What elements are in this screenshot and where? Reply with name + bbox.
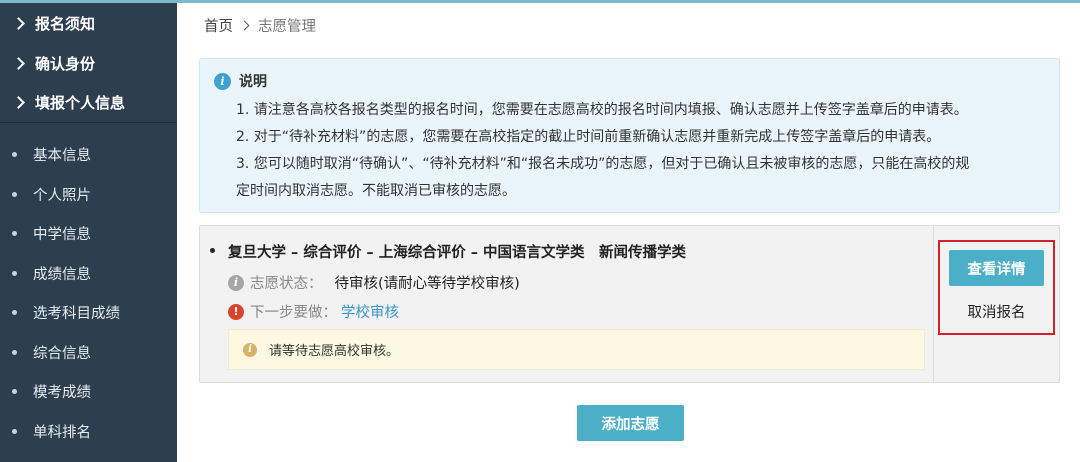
- instructions-lines: 1. 请注意各高校各报名类型的报名时间，您需要在志愿高校的报名时间内填报、确认志…: [236, 97, 1051, 205]
- instruction-line: 1. 请注意各高校各报名类型的报名时间，您需要在志愿高校的报名时间内填报、确认志…: [236, 102, 968, 118]
- sidebar-item-label: 模考成绩: [33, 385, 91, 402]
- instruction-line: 定时间内取消志愿。不能取消已审核的志愿。: [236, 183, 516, 199]
- application-info: 复旦大学 – 综合评价 – 上海综合评价 – 中国语言文学类 新闻传播学类 i …: [200, 226, 933, 382]
- bullet-icon: [12, 191, 17, 197]
- bullet-icon: [12, 310, 17, 316]
- sidebar-section-registration-notice[interactable]: 报名须知: [0, 3, 177, 43]
- instruction-line: 3. 您可以随时取消“待确认”、“待补充材料”和“报名未成功”的志愿，但对于已确…: [236, 156, 970, 172]
- sidebar-item-label: 成绩信息: [33, 266, 91, 283]
- sidebar-item-label: 中学信息: [33, 227, 91, 244]
- chevron-right-icon: [12, 96, 25, 109]
- info-icon: i: [214, 72, 231, 90]
- application-card: 复旦大学 – 综合评价 – 上海综合评价 – 中国语言文学类 新闻传播学类 i …: [199, 225, 1060, 383]
- sidebar-item-elective-scores[interactable]: 选考科目成绩: [0, 293, 177, 333]
- sidebar-item-label: 综合信息: [33, 345, 91, 362]
- instructions-title: i 说明: [214, 71, 267, 91]
- breadcrumb-home-link[interactable]: 首页: [204, 15, 233, 36]
- bullet-icon: [12, 349, 17, 355]
- sidebar-item-comprehensive-info[interactable]: 综合信息: [0, 333, 177, 373]
- application-next-step-row: ! 下一步要做： 学校审核: [228, 301, 399, 322]
- view-details-button[interactable]: 查看详情: [949, 250, 1044, 286]
- bullet-icon: [12, 428, 17, 434]
- sidebar-item-school-info[interactable]: 中学信息: [0, 214, 177, 254]
- sidebar-item-label: 基本信息: [33, 148, 91, 165]
- sidebar-item-label: 选考科目成绩: [33, 306, 120, 323]
- next-step-label: 下一步要做：: [250, 305, 337, 321]
- main-content: 首页 志愿管理 i 说明 1. 请注意各高校各报名类型的报名时间，您需要在志愿高…: [177, 3, 1080, 462]
- instructions-panel: i 说明 1. 请注意各高校各报名类型的报名时间，您需要在志愿高校的报名时间内填…: [199, 58, 1060, 213]
- application-status-row: i 志愿状态： 待审核(请耐心等待学校审核): [228, 272, 520, 293]
- info-icon: i: [243, 342, 257, 357]
- sidebar-section-personal-info[interactable]: 填报个人信息: [0, 83, 177, 123]
- add-application-button[interactable]: 添加志愿: [577, 405, 684, 441]
- sidebar-section-confirm-identity[interactable]: 确认身份: [0, 43, 177, 83]
- sidebar-section-label: 报名须知: [35, 14, 96, 33]
- instruction-line: 2. 对于“待补充材料”的志愿，您需要在高校指定的截止时间前重新确认志愿并重新完…: [236, 129, 941, 145]
- sidebar: 报名须知 确认身份 填报个人信息 基本信息 个人照片 中学信息 成绩信息 选考科…: [0, 3, 177, 462]
- chevron-right-icon: [12, 16, 25, 30]
- breadcrumb: 首页 志愿管理: [204, 15, 316, 36]
- cancel-registration-button[interactable]: 取消报名: [949, 296, 1044, 326]
- breadcrumb-current: 志愿管理: [258, 19, 316, 35]
- bullet-icon: [210, 248, 215, 253]
- sidebar-item-photo[interactable]: 个人照片: [0, 175, 177, 215]
- bullet-icon: [12, 389, 17, 395]
- wait-message-text: 请等待志愿高校审核。: [269, 344, 400, 359]
- chevron-right-icon: [12, 56, 25, 70]
- sidebar-section-label: 确认身份: [35, 54, 96, 73]
- sidebar-item-scores[interactable]: 成绩信息: [0, 254, 177, 294]
- alert-icon: !: [228, 303, 244, 320]
- application-title: 复旦大学 – 综合评价 – 上海综合评价 – 中国语言文学类 新闻传播学类: [228, 245, 687, 261]
- info-icon: i: [228, 274, 244, 291]
- bullet-icon: [12, 231, 17, 237]
- sidebar-item-label: 单科排名: [33, 424, 91, 441]
- wait-message-box: i 请等待志愿高校审核。: [228, 329, 925, 370]
- next-step-link[interactable]: 学校审核: [341, 301, 399, 322]
- sidebar-section-label: 填报个人信息: [35, 94, 126, 112]
- sidebar-item-basic-info[interactable]: 基本信息: [0, 135, 177, 175]
- status-value: 待审核(请耐心等待学校审核): [334, 276, 520, 292]
- sidebar-item-label: 个人照片: [33, 187, 91, 204]
- application-actions: 查看详情 取消报名: [933, 226, 1059, 382]
- sidebar-item-mock-exam-scores[interactable]: 模考成绩: [0, 372, 177, 412]
- chevron-right-icon: [239, 20, 250, 31]
- bullet-icon: [12, 270, 17, 276]
- instructions-title-text: 说明: [239, 74, 267, 90]
- status-label: 志愿状态：: [250, 276, 323, 292]
- bullet-icon: [12, 152, 17, 158]
- sidebar-item-subject-ranking[interactable]: 单科排名: [0, 412, 177, 452]
